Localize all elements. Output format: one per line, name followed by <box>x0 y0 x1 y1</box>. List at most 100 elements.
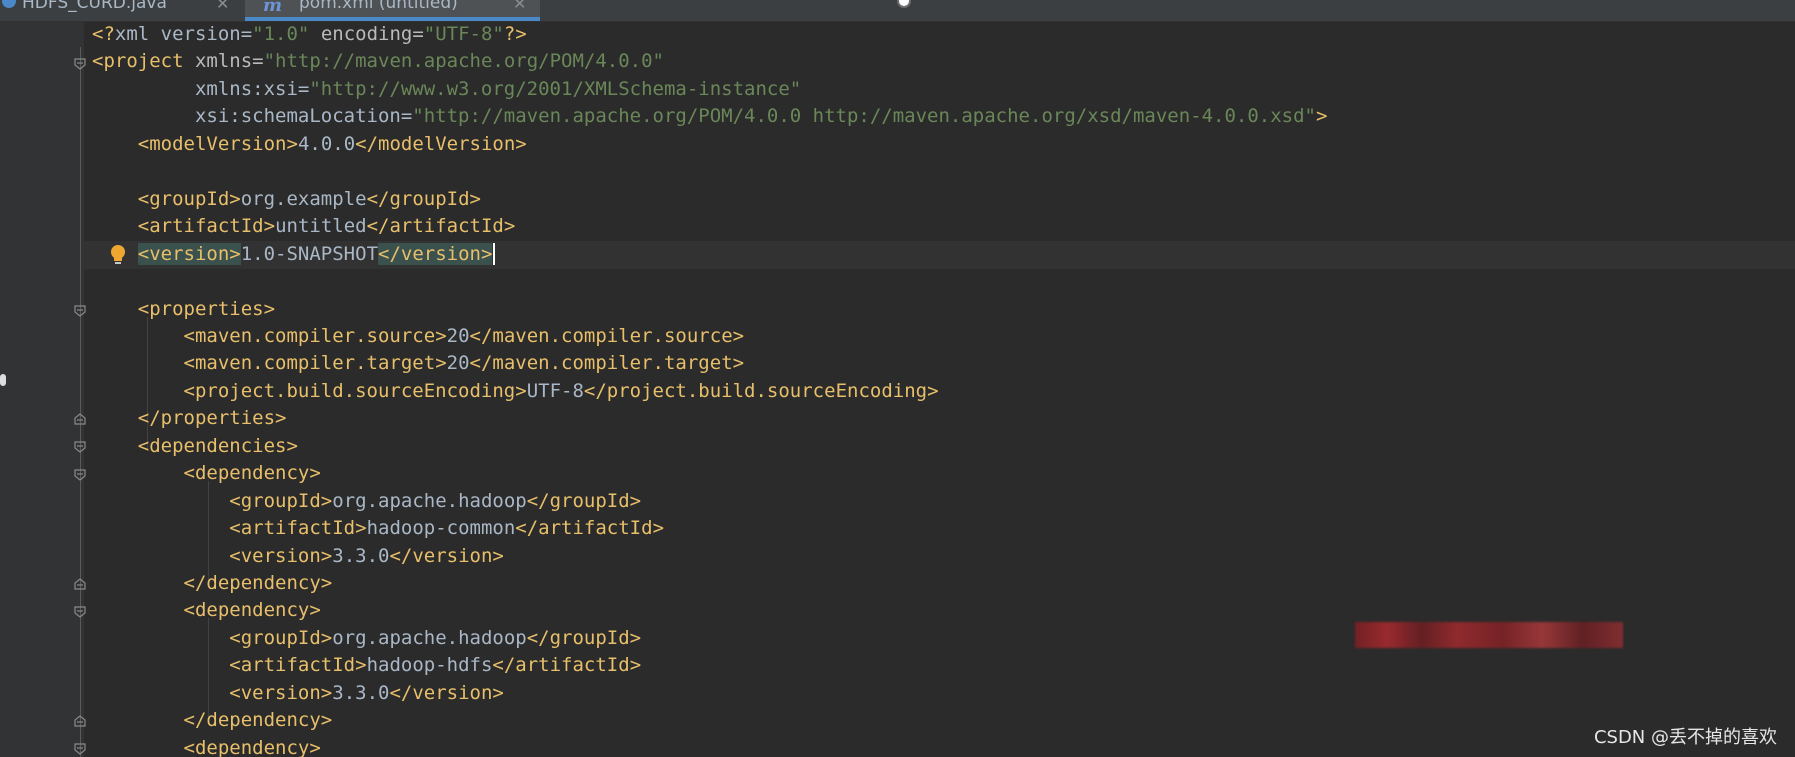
xml-string: "http://maven.apache.org/POM/4.0.0 http:… <box>412 105 1316 128</box>
code-line[interactable]: <artifactId>hadoop-hdfs</artifactId> <box>92 652 641 679</box>
close-icon[interactable]: ✕ <box>216 0 229 14</box>
xml-tag-end: > <box>652 517 665 540</box>
xml-tag: </properties <box>137 407 276 430</box>
xml-tag-end: > <box>355 517 367 540</box>
code-line[interactable]: </dependency> <box>92 570 333 597</box>
code-line[interactable]: </dependency> <box>92 707 333 734</box>
xml-text: 3.3.0 <box>332 544 390 567</box>
xml-tag-end: > <box>515 132 527 155</box>
code-line[interactable]: <version>3.3.0</version> <box>92 543 504 570</box>
xml-text: hadoop-common <box>366 517 516 540</box>
xml-tag-end: > <box>927 379 939 402</box>
xml-tag: <artifactId <box>229 517 356 540</box>
code-line[interactable]: <dependency> <box>92 460 321 487</box>
xml-tag-end: > <box>320 572 333 594</box>
tab-pom-xml[interactable]: m pom.xml (untitled) ✕ <box>245 0 540 21</box>
xml-tag-end: > <box>309 462 321 485</box>
code-line[interactable]: <dependency> <box>92 735 321 757</box>
xml-tag: </maven.compiler.target <box>469 352 733 375</box>
xml-tag: </groupId <box>366 187 470 210</box>
close-icon[interactable]: ✕ <box>513 0 526 14</box>
code-line[interactable]: <groupId>org.example</groupId> <box>92 186 481 213</box>
code-line[interactable]: <artifactId>hadoop-common</artifactId> <box>92 515 664 542</box>
xml-tag: </artifactId <box>366 215 504 238</box>
code-line[interactable]: <artifactId>untitled</artifactId> <box>92 213 516 240</box>
xml-tag: </groupId <box>526 626 630 649</box>
code-line[interactable]: <version>3.3.0</version> <box>92 680 504 707</box>
xml-tag-end: > <box>263 215 276 238</box>
java-file-icon <box>2 0 16 8</box>
xml-tag: </modelVersion <box>355 132 516 155</box>
xml-tag-end: > <box>320 681 333 704</box>
xml-text: xml version= <box>114 23 253 45</box>
xml-text: 1.0-SNAPSHOT <box>240 242 379 265</box>
xml-tag: <groupId <box>229 489 321 512</box>
xml-tag-end: > <box>320 626 333 649</box>
code-line[interactable]: <project xmlns="http://maven.apache.org/… <box>92 48 664 75</box>
xml-tag-end: > <box>469 187 481 210</box>
xml-text: untitled <box>275 215 367 238</box>
xml-text: UTF-8 <box>526 379 584 402</box>
xml-tag: </groupId <box>526 489 630 512</box>
code-line[interactable]: xmlns:xsi="http://www.w3.org/2001/XMLSch… <box>92 76 801 103</box>
xml-tag-end: > <box>355 654 367 677</box>
code-line[interactable]: <properties> <box>92 296 275 323</box>
xml-tag-end: > <box>435 324 447 347</box>
xml-tag: </version <box>389 681 493 704</box>
xml-text: org.apache.hadoop <box>332 489 527 512</box>
code-line[interactable]: <dependency> <box>92 597 321 624</box>
xml-tag: <version <box>229 681 321 704</box>
xml-text: org.apache.hadoop <box>332 626 527 649</box>
xml-tag-end: > <box>286 434 298 457</box>
xml-tag-end: > <box>309 599 321 622</box>
scroll-handle-icon[interactable] <box>897 0 911 8</box>
xml-tag-end: > <box>320 544 333 567</box>
xml-tag-end: > <box>320 709 333 732</box>
xml-tag: </dependency <box>183 572 321 594</box>
maven-m-icon: m <box>263 0 283 16</box>
xml-attribute: xmlns <box>183 50 253 73</box>
watermark: CSDN @丢不掉的喜欢 <box>1593 727 1777 748</box>
xml-tag: <project <box>92 50 184 73</box>
xml-tag: <properties <box>137 297 264 320</box>
code-line[interactable]: <dependencies> <box>92 433 298 460</box>
xml-tag: </dependency <box>183 709 321 732</box>
code-line[interactable]: <groupId>org.apache.hadoop</groupId> <box>92 488 641 515</box>
code-line[interactable]: <maven.compiler.source>20</maven.compile… <box>92 323 745 350</box>
xml-attribute-value: "http://maven.apache.org/POM/4.0.0" <box>263 50 664 73</box>
xml-tag: </artifactId <box>515 517 653 540</box>
tab-hdfs-curd-java[interactable]: HDFS_CURD.java ✕ <box>0 0 244 21</box>
xml-text: 20 <box>446 352 470 375</box>
xml-tag-end: > <box>286 132 298 155</box>
xml-tag: <project.build.sourceEncoding <box>183 379 516 402</box>
code-line[interactable]: <modelVersion>4.0.0</modelVersion> <box>92 131 527 158</box>
xml-tag-end: > <box>515 379 527 402</box>
xml-tag-end: > <box>435 352 447 375</box>
xml-text: 20 <box>446 324 470 347</box>
xml-tag: <version <box>229 544 321 567</box>
code-line[interactable]: <project.build.sourceEncoding>UTF-8</pro… <box>92 378 939 405</box>
redacted-region <box>1355 622 1623 648</box>
xml-tag-end: > <box>629 654 642 677</box>
xml-text: hadoop-hdfs <box>366 654 493 677</box>
tab-label: pom.xml (untitled) <box>299 0 458 13</box>
xml-tag: <maven.compiler.target <box>183 352 436 375</box>
xml-tag-end: > <box>629 626 642 649</box>
xml-string: "http://www.w3.org/2001/XMLSchema-instan… <box>309 77 802 100</box>
code-line[interactable]: <?xml version="1.0" encoding="UTF-8"?> <box>92 21 527 48</box>
xml-tag: </artifactId <box>492 654 630 677</box>
xml-tag-end: > <box>732 324 745 347</box>
xml-text: org.example <box>240 187 367 210</box>
xml-tag: <groupId <box>229 626 321 649</box>
xml-attribute: encoding <box>309 23 413 45</box>
caret-code-line[interactable]: <version>1.0-SNAPSHOT</version> <box>92 241 496 268</box>
xml-tag: <dependency <box>183 462 310 485</box>
code-line[interactable]: xsi:schemaLocation="http://maven.apache.… <box>92 103 1327 130</box>
xml-tag: <dependency <box>183 736 310 757</box>
code-line[interactable]: <groupId>org.apache.hadoop</groupId> <box>92 625 641 652</box>
xml-equals: = <box>412 23 424 45</box>
xml-equals: = <box>252 50 264 73</box>
code-line[interactable]: <maven.compiler.target>20</maven.compile… <box>92 350 745 377</box>
tab-label: HDFS_CURD.java <box>22 0 167 13</box>
code-line[interactable]: </properties> <box>92 405 287 432</box>
